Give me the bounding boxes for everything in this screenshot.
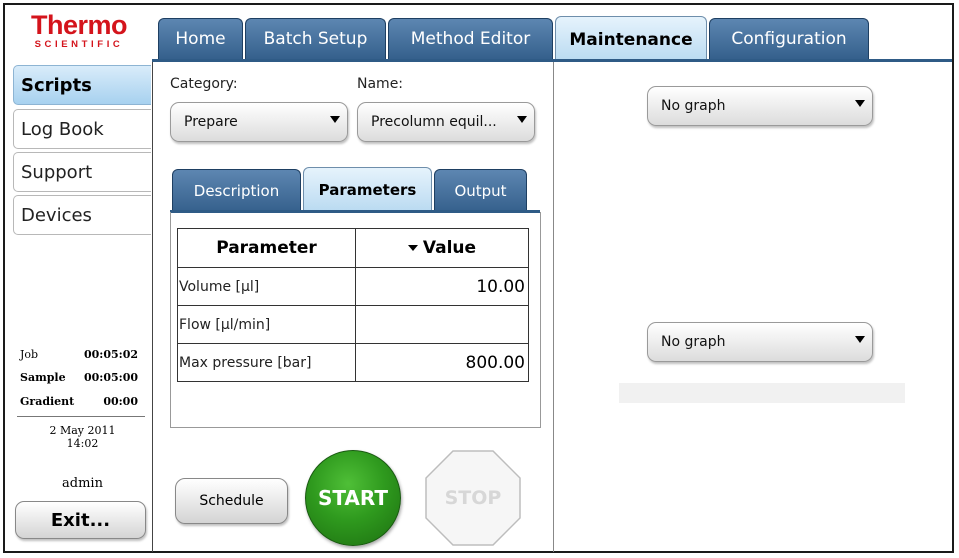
graph-value: No graph: [661, 334, 726, 350]
tab-label: Parameters: [318, 181, 417, 199]
param-value[interactable]: [355, 305, 529, 344]
exit-button[interactable]: Exit...: [15, 501, 146, 539]
status-value: 00:05:00: [83, 371, 138, 384]
chevron-down-icon: [517, 116, 527, 123]
status-job: Job 00:05:02: [20, 348, 138, 362]
status-key: Job: [20, 348, 39, 361]
sidebar-item-support[interactable]: Support: [13, 152, 151, 192]
sidebar-item-scripts[interactable]: Scripts: [13, 65, 151, 105]
column-header-value[interactable]: Value: [355, 228, 529, 268]
category-label: Category:: [170, 76, 238, 92]
sidebar-item-label: Scripts: [21, 74, 92, 96]
graph-area: [619, 383, 905, 403]
name-label: Name:: [357, 76, 404, 92]
stop-label: STOP: [444, 487, 502, 509]
tab-parameters[interactable]: Parameters: [303, 167, 432, 212]
column-header-label: Parameter: [216, 238, 317, 258]
param-value[interactable]: 800.00: [355, 343, 529, 382]
tab-bar-underline: [152, 59, 952, 62]
param-value[interactable]: 10.00: [355, 267, 529, 306]
tab-home[interactable]: Home: [158, 18, 243, 59]
name-value: Precolumn equil...: [371, 114, 497, 130]
sidebar-item-label: Devices: [21, 204, 92, 226]
chevron-down-icon: [330, 116, 340, 123]
parameters-table: Parameter Value Volume [µl] 10.00 Flow […: [177, 228, 529, 382]
status-key: Gradient: [20, 395, 75, 408]
status-sample: Sample 00:05:00: [20, 371, 138, 385]
schedule-button[interactable]: Schedule: [175, 478, 288, 524]
tab-output[interactable]: Output: [434, 169, 527, 212]
tab-label: Description: [193, 182, 280, 200]
table-row[interactable]: Max pressure [bar] 800.00: [177, 343, 529, 382]
status-value: 00:05:02: [83, 348, 138, 361]
tab-configuration[interactable]: Configuration: [709, 18, 869, 59]
tab-label: Maintenance: [569, 29, 693, 50]
table-row[interactable]: Flow [µl/min]: [177, 305, 529, 344]
category-dropdown[interactable]: Prepare: [170, 102, 348, 142]
start-button[interactable]: START: [305, 450, 401, 546]
sidebar-item-devices[interactable]: Devices: [13, 195, 151, 235]
tab-label: Batch Setup: [263, 29, 368, 49]
current-date: 2 May 2011: [49, 424, 116, 437]
chevron-down-icon: [855, 336, 865, 343]
sidebar-item-label: Support: [21, 161, 93, 183]
column-header-label: Value: [422, 238, 477, 258]
table-header-row: Parameter Value: [177, 228, 529, 268]
sidebar-border: [152, 62, 153, 552]
sidebar-item-log-book[interactable]: Log Book: [13, 109, 151, 149]
logo-brand: Thermo: [30, 10, 128, 40]
column-header-parameter[interactable]: Parameter: [177, 228, 356, 268]
chevron-down-icon: [855, 100, 865, 107]
current-user: admin: [62, 476, 103, 491]
tab-maintenance[interactable]: Maintenance: [555, 16, 707, 62]
param-name: Volume [µl]: [177, 267, 356, 306]
graph-dropdown-1[interactable]: No graph: [647, 86, 873, 126]
tab-description[interactable]: Description: [172, 169, 301, 212]
sidebar-item-label: Log Book: [21, 118, 104, 140]
name-dropdown[interactable]: Precolumn equil...: [357, 102, 535, 142]
tab-batch-setup[interactable]: Batch Setup: [245, 18, 386, 59]
status-value: 00:00: [103, 395, 138, 408]
thermo-scientific-logo: Thermo SCIENTIFIC: [14, 10, 144, 51]
tab-label: Method Editor: [410, 29, 531, 49]
param-name: Max pressure [bar]: [177, 343, 356, 382]
current-time: 14:02: [66, 437, 99, 450]
graph-value: No graph: [661, 98, 726, 114]
stop-button[interactable]: STOP: [424, 449, 522, 547]
table-row[interactable]: Volume [µl] 10.00: [177, 267, 529, 306]
sort-desc-icon: [407, 245, 418, 251]
tab-label: Home: [175, 29, 226, 49]
tab-label: Output: [454, 182, 507, 200]
date-time: 2 May 2011 14:02: [20, 424, 145, 450]
pane-divider: [553, 62, 554, 552]
status-key: Sample: [20, 371, 66, 384]
logo-sub: SCIENTIFIC: [34, 39, 124, 50]
sidebar-divider: [17, 416, 145, 417]
graph-dropdown-2[interactable]: No graph: [647, 322, 873, 362]
tab-label: Configuration: [731, 29, 847, 49]
category-value: Prepare: [184, 114, 238, 130]
tab-method-editor[interactable]: Method Editor: [388, 18, 553, 59]
status-gradient: Gradient 00:00: [20, 395, 138, 409]
param-name: Flow [µl/min]: [177, 305, 356, 344]
